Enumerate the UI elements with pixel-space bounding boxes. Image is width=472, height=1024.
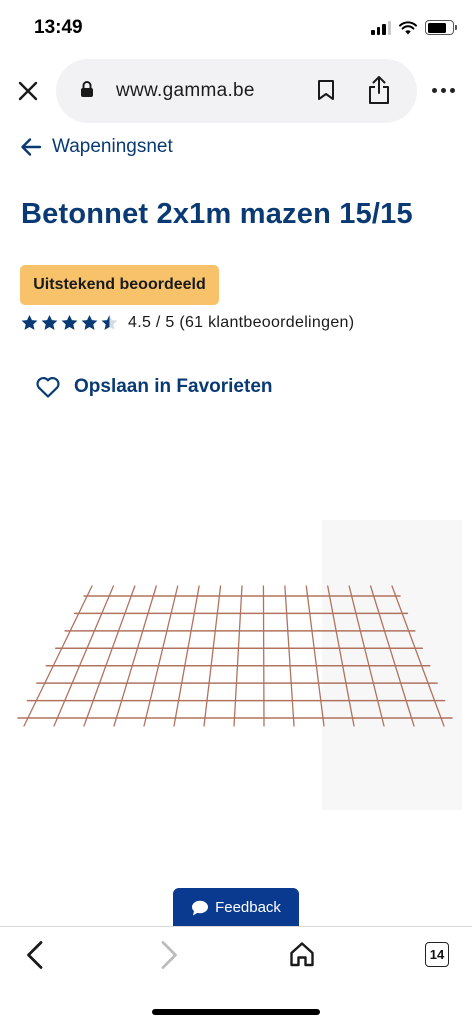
heart-icon (36, 376, 60, 398)
feedback-label: Feedback (215, 899, 281, 916)
chat-bubble-icon (192, 900, 209, 915)
star-icon (61, 314, 78, 330)
feedback-button[interactable]: Feedback (173, 888, 299, 927)
arrow-left-icon (21, 138, 42, 156)
close-button[interactable] (13, 76, 43, 106)
breadcrumb-label: Wapeningsnet (52, 136, 173, 157)
address-bar[interactable]: www.gamma.be (56, 59, 417, 123)
product-image-mesh[interactable] (0, 510, 472, 830)
breadcrumb[interactable]: Wapeningsnet (20, 136, 173, 158)
product-title: Betonnet 2x1m mazen 15/15 (21, 198, 413, 230)
status-icons (371, 20, 457, 35)
tabs-icon[interactable]: 14 (425, 942, 449, 967)
browser-toolbar: www.gamma.be (0, 58, 472, 124)
bookmark-icon[interactable] (317, 79, 335, 101)
rating-badge: Uitstekend beoordeeld (20, 265, 219, 305)
favorite-label: Opslaan in Favorieten (74, 376, 273, 397)
close-icon (18, 81, 38, 101)
save-favorite-button[interactable]: Opslaan in Favorieten (35, 375, 273, 399)
home-icon[interactable] (288, 940, 316, 968)
back-icon[interactable] (22, 940, 48, 970)
star-rating (20, 313, 119, 332)
battery-icon (425, 20, 457, 35)
star-icon (101, 314, 118, 330)
star-icon (81, 314, 98, 330)
browser-bottom-bar: 14 (0, 926, 472, 1024)
wifi-icon (399, 20, 417, 34)
share-icon[interactable] (367, 75, 391, 105)
more-icon[interactable] (432, 88, 455, 93)
rating-text: 4.5 / 5 (61 klantbeoordelingen) (128, 313, 355, 331)
url-text: www.gamma.be (116, 80, 255, 101)
forward-icon (161, 941, 177, 969)
home-indicator (152, 1009, 320, 1015)
cellular-signal-icon (371, 20, 391, 35)
lock-icon (81, 81, 93, 97)
star-icon (41, 314, 58, 330)
status-bar: 13:49 (0, 0, 472, 56)
star-icon (21, 314, 38, 330)
rating-row[interactable]: 4.5 / 5 (61 klantbeoordelingen) (20, 313, 354, 332)
status-time: 13:49 (34, 17, 83, 38)
